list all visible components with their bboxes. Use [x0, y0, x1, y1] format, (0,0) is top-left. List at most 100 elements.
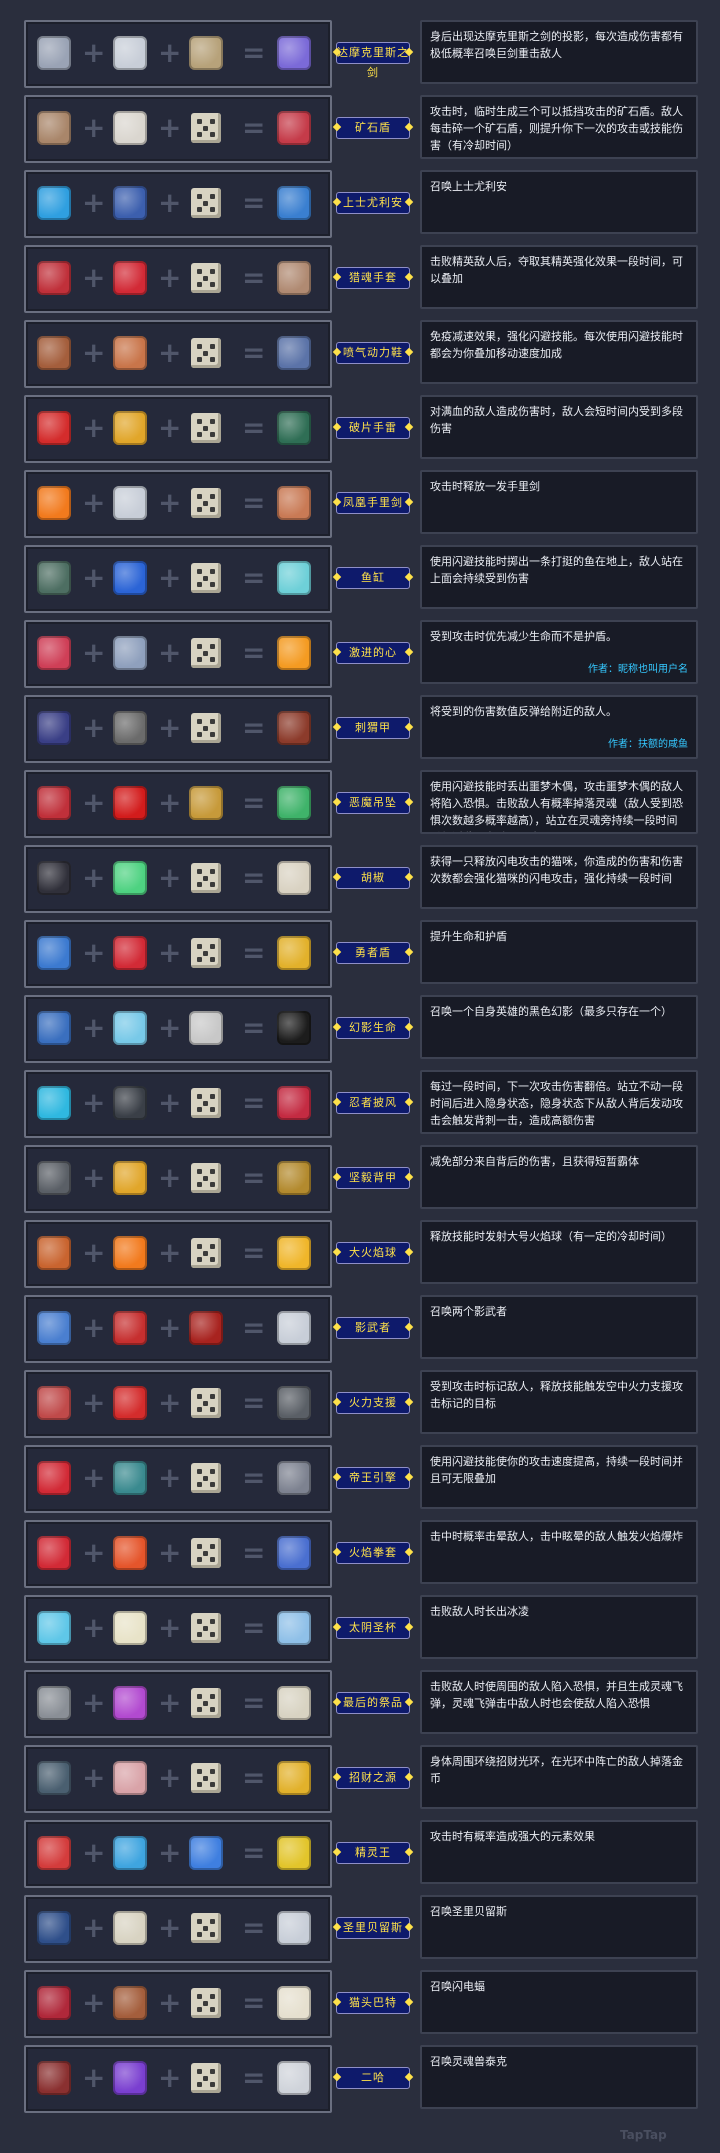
- item-slot[interactable]: [272, 1231, 316, 1275]
- item-slot[interactable]: [32, 781, 76, 825]
- item-slot[interactable]: [272, 1756, 316, 1800]
- item-slot[interactable]: [32, 1306, 76, 1350]
- item-slot[interactable]: [108, 1381, 152, 1425]
- item-slot[interactable]: [272, 1456, 316, 1500]
- item-slot[interactable]: [184, 1081, 228, 1125]
- item-slot[interactable]: [272, 256, 316, 300]
- item-slot[interactable]: [32, 1231, 76, 1275]
- item-slot[interactable]: [108, 1606, 152, 1650]
- item-slot[interactable]: [108, 631, 152, 675]
- item-slot[interactable]: [108, 181, 152, 225]
- item-slot[interactable]: [184, 1456, 228, 1500]
- item-slot[interactable]: [272, 1531, 316, 1575]
- item-slot[interactable]: [108, 781, 152, 825]
- item-slot[interactable]: [272, 1906, 316, 1950]
- item-slot[interactable]: [108, 1156, 152, 1200]
- item-slot[interactable]: [108, 1531, 152, 1575]
- item-slot[interactable]: [272, 2056, 316, 2100]
- item-slot[interactable]: [32, 481, 76, 525]
- item-slot[interactable]: [184, 256, 228, 300]
- item-slot[interactable]: [108, 1006, 152, 1050]
- item-slot[interactable]: [184, 1231, 228, 1275]
- item-slot[interactable]: [184, 931, 228, 975]
- item-slot[interactable]: [32, 1531, 76, 1575]
- item-slot[interactable]: [272, 1606, 316, 1650]
- item-slot[interactable]: [32, 406, 76, 450]
- item-slot[interactable]: [32, 1831, 76, 1875]
- item-slot[interactable]: [108, 706, 152, 750]
- item-slot[interactable]: [32, 1156, 76, 1200]
- item-slot[interactable]: [272, 1081, 316, 1125]
- item-slot[interactable]: [184, 1006, 228, 1050]
- item-slot[interactable]: [108, 481, 152, 525]
- item-slot[interactable]: [32, 2056, 76, 2100]
- item-slot[interactable]: [184, 1381, 228, 1425]
- item-slot[interactable]: [108, 331, 152, 375]
- item-slot[interactable]: [184, 1606, 228, 1650]
- item-slot[interactable]: [184, 1756, 228, 1800]
- item-slot[interactable]: [184, 1981, 228, 2025]
- item-slot[interactable]: [32, 1456, 76, 1500]
- item-slot[interactable]: [272, 856, 316, 900]
- item-slot[interactable]: [272, 1156, 316, 1200]
- item-slot[interactable]: [184, 481, 228, 525]
- item-slot[interactable]: [272, 481, 316, 525]
- item-slot[interactable]: [32, 256, 76, 300]
- item-slot[interactable]: [108, 1756, 152, 1800]
- item-slot[interactable]: [272, 406, 316, 450]
- item-slot[interactable]: [108, 1081, 152, 1125]
- item-slot[interactable]: [32, 1006, 76, 1050]
- item-slot[interactable]: [32, 1981, 76, 2025]
- item-slot[interactable]: [184, 1156, 228, 1200]
- item-slot[interactable]: [184, 1906, 228, 1950]
- item-slot[interactable]: [108, 1981, 152, 2025]
- item-slot[interactable]: [32, 931, 76, 975]
- item-slot[interactable]: [32, 706, 76, 750]
- item-slot[interactable]: [32, 1906, 76, 1950]
- item-slot[interactable]: [184, 1831, 228, 1875]
- item-slot[interactable]: [184, 856, 228, 900]
- item-slot[interactable]: [108, 931, 152, 975]
- item-slot[interactable]: [184, 1306, 228, 1350]
- item-slot[interactable]: [108, 256, 152, 300]
- item-slot[interactable]: [272, 331, 316, 375]
- item-slot[interactable]: [108, 406, 152, 450]
- item-slot[interactable]: [272, 1831, 316, 1875]
- item-slot[interactable]: [272, 1306, 316, 1350]
- item-slot[interactable]: [108, 1681, 152, 1725]
- item-slot[interactable]: [272, 1681, 316, 1725]
- item-slot[interactable]: [32, 856, 76, 900]
- item-slot[interactable]: [108, 1906, 152, 1950]
- item-slot[interactable]: [272, 1381, 316, 1425]
- item-slot[interactable]: [272, 106, 316, 150]
- item-slot[interactable]: [108, 1456, 152, 1500]
- item-slot[interactable]: [32, 31, 76, 75]
- item-slot[interactable]: [108, 556, 152, 600]
- item-slot[interactable]: [32, 556, 76, 600]
- item-slot[interactable]: [184, 631, 228, 675]
- item-slot[interactable]: [32, 106, 76, 150]
- item-slot[interactable]: [108, 106, 152, 150]
- item-slot[interactable]: [32, 181, 76, 225]
- item-slot[interactable]: [32, 1381, 76, 1425]
- item-slot[interactable]: [184, 106, 228, 150]
- item-slot[interactable]: [272, 31, 316, 75]
- item-slot[interactable]: [272, 556, 316, 600]
- item-slot[interactable]: [272, 1981, 316, 2025]
- item-slot[interactable]: [184, 331, 228, 375]
- item-slot[interactable]: [108, 1831, 152, 1875]
- item-slot[interactable]: [184, 781, 228, 825]
- item-slot[interactable]: [184, 181, 228, 225]
- item-slot[interactable]: [32, 331, 76, 375]
- item-slot[interactable]: [272, 931, 316, 975]
- item-slot[interactable]: [272, 706, 316, 750]
- item-slot[interactable]: [108, 1231, 152, 1275]
- item-slot[interactable]: [32, 1081, 76, 1125]
- item-slot[interactable]: [272, 631, 316, 675]
- item-slot[interactable]: [108, 31, 152, 75]
- item-slot[interactable]: [184, 2056, 228, 2100]
- item-slot[interactable]: [108, 1306, 152, 1350]
- item-slot[interactable]: [184, 1681, 228, 1725]
- item-slot[interactable]: [108, 856, 152, 900]
- item-slot[interactable]: [108, 2056, 152, 2100]
